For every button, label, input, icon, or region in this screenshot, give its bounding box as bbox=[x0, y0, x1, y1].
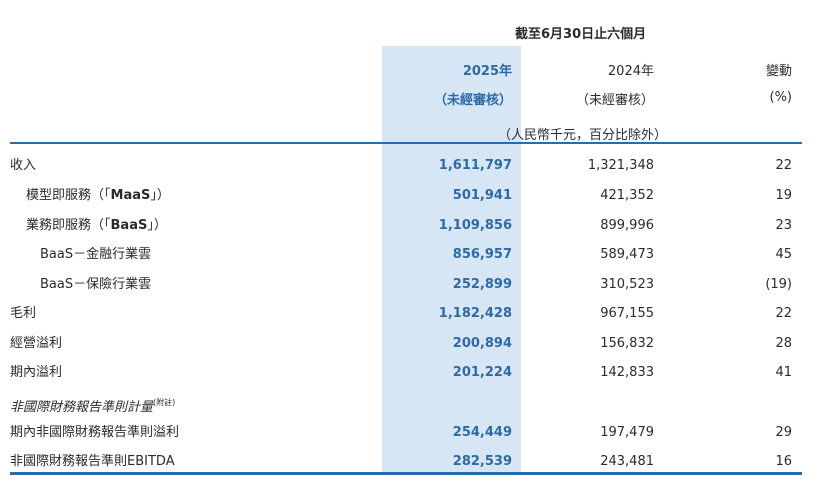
row-label-post: 」） bbox=[147, 218, 167, 233]
value-2025: 1,611,797 bbox=[438, 158, 512, 173]
column-2024-year: 2024年 bbox=[607, 64, 654, 79]
value-2025: 252,899 bbox=[452, 277, 512, 292]
value-change: 22 bbox=[775, 158, 792, 173]
value-2024: 142,833 bbox=[600, 365, 654, 380]
footnote-marker: (附註) bbox=[153, 398, 176, 407]
column-change-header: 變動 bbox=[765, 64, 792, 79]
row-label-text: 非國際財務報告準則計量 bbox=[10, 400, 154, 415]
row-label-bold: BaaS bbox=[110, 218, 148, 233]
value-change: 41 bbox=[775, 365, 792, 380]
row-label-pre: 模型即服務（「 bbox=[26, 188, 111, 203]
table-row-baas-insurance: BaaS－保險行業雲 252,899 310,523 (19) bbox=[0, 270, 830, 299]
value-2024: 421,352 bbox=[600, 188, 654, 203]
value-2024: 967,155 bbox=[600, 306, 654, 321]
value-2025: 1,109,856 bbox=[438, 218, 512, 233]
row-label: 收入 bbox=[10, 158, 37, 173]
table-row-period-profit: 期內溢利 201,224 142,833 41 bbox=[0, 358, 830, 387]
table-row-baas: 業務即服務（「BaaS」） 1,109,856 899,996 23 bbox=[0, 211, 830, 240]
row-label: 毛利 bbox=[10, 306, 37, 321]
row-label-post: 」） bbox=[150, 188, 170, 203]
table-row-non-ifrs-heading: 非國際財務報告準則計量(附註) bbox=[0, 388, 830, 417]
value-2024: 589,473 bbox=[600, 247, 654, 262]
row-label: BaaS－金融行業雲 bbox=[40, 247, 152, 262]
unit-note: （人民幣千元，百分比除外） bbox=[498, 128, 668, 143]
value-2024: 156,832 bbox=[600, 336, 654, 351]
column-change-unit: (%) bbox=[769, 90, 793, 105]
table-row-maas: 模型即服務（「MaaS」） 501,941 421,352 19 bbox=[0, 181, 830, 210]
value-2025: 200,894 bbox=[452, 336, 512, 351]
value-change: 23 bbox=[775, 218, 792, 233]
value-2024: 899,996 bbox=[600, 218, 654, 233]
table-row-operating-profit: 經營溢利 200,894 156,832 28 bbox=[0, 329, 830, 358]
value-change: (19) bbox=[765, 277, 792, 292]
column-2025-year: 2025年 bbox=[462, 64, 512, 79]
value-change: 28 bbox=[775, 336, 792, 351]
table-top-rule bbox=[10, 142, 802, 144]
table-row-revenue: 收入 1,611,797 1,321,348 22 bbox=[0, 151, 830, 180]
value-2025: 856,957 bbox=[452, 247, 512, 262]
row-label-bold: MaaS bbox=[110, 188, 151, 203]
value-2025: 1,182,428 bbox=[438, 306, 512, 321]
value-2024: 1,321,348 bbox=[587, 158, 654, 173]
row-label: 模型即服務（「MaaS」） bbox=[26, 181, 170, 210]
value-2025: 201,224 bbox=[452, 365, 512, 380]
value-change: 22 bbox=[775, 306, 792, 321]
row-label: 業務即服務（「BaaS」） bbox=[26, 211, 167, 240]
value-2025: 254,449 bbox=[452, 425, 512, 440]
value-2024: 197,479 bbox=[600, 425, 654, 440]
table-bottom-rule bbox=[10, 472, 802, 475]
row-label: 期內溢利 bbox=[10, 365, 63, 380]
row-label: 期內非國際財務報告準則溢利 bbox=[10, 425, 180, 440]
value-2025: 501,941 bbox=[452, 188, 512, 203]
row-label: 非國際財務報告準則計量(附註) bbox=[10, 388, 175, 422]
table-row-gross-profit: 毛利 1,182,428 967,155 22 bbox=[0, 299, 830, 328]
column-2025-note: （未經審核） bbox=[433, 93, 512, 108]
table-row-non-ifrs-profit: 期內非國際財務報告準則溢利 254,449 197,479 29 bbox=[0, 418, 830, 447]
value-change: 29 bbox=[775, 425, 792, 440]
table-row-baas-financial: BaaS－金融行業雲 856,957 589,473 45 bbox=[0, 240, 830, 269]
value-2024: 310,523 bbox=[600, 277, 654, 292]
row-label-pre: 業務即服務（「 bbox=[26, 218, 111, 233]
value-change: 19 bbox=[775, 188, 792, 203]
period-heading: 截至6月30日止六個月 bbox=[515, 27, 647, 42]
row-label: BaaS－保險行業雲 bbox=[40, 277, 152, 292]
value-change: 45 bbox=[775, 247, 792, 262]
row-label: 經營溢利 bbox=[10, 336, 63, 351]
column-2024-note: （未經審核） bbox=[575, 93, 654, 108]
